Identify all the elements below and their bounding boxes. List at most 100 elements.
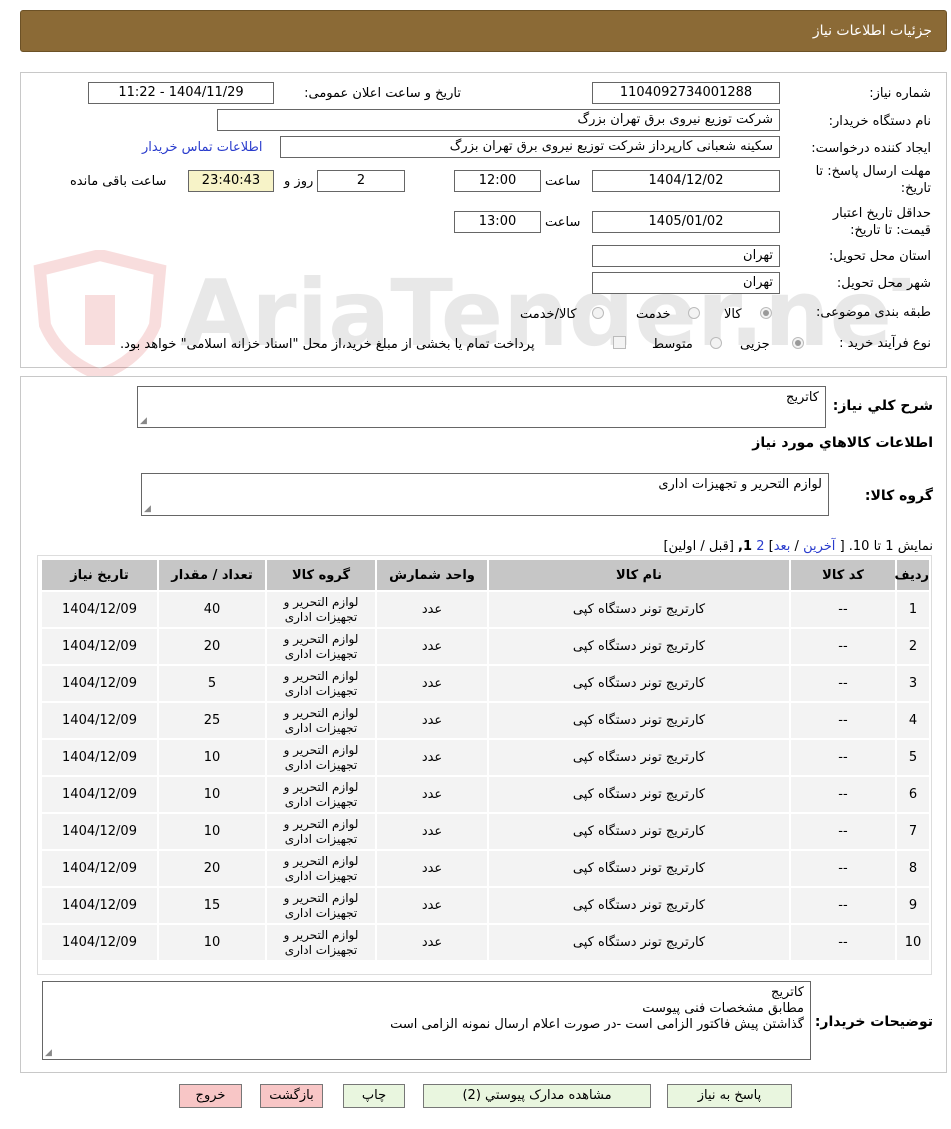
process-option-minor: جزیی [740,337,770,352]
table-row: 8 -- کارتریج تونر دستگاه کپی عدد لوازم التحر… [42,851,929,886]
item-date: 1404/12/09 [42,629,157,664]
back-button[interactable]: بازگشت [260,1084,323,1108]
reply-button[interactable]: پاسخ به نیاز [667,1084,792,1108]
process-radio-minor[interactable] [792,337,804,349]
item-code: -- [791,851,895,886]
deadline-label-2: تاریخ: [900,181,931,196]
print-button[interactable]: چاپ [343,1084,405,1108]
item-quantity: 10 [159,925,265,960]
buyer-notes-label: توضیحات خریدار: [814,1014,933,1030]
buyer-notes-line-1: کاتریج [771,985,804,1000]
contact-buyer-link[interactable]: اطلاعات تماس خریدار [142,140,262,155]
province-field: تهران [592,245,780,267]
item-quantity: 40 [159,592,265,627]
item-code: -- [791,777,895,812]
validity-label-1: حداقل تاریخ اعتبار [832,206,931,221]
item-code: -- [791,629,895,664]
item-unit: عدد [377,888,487,923]
table-row: 5 -- کارتریج تونر دستگاه کپی عدد لوازم التحر… [42,740,929,775]
announce-datetime-field: 1404/11/29 - 11:22 [88,82,274,104]
pagination-separator: / [794,539,799,554]
item-date: 1404/12/09 [42,777,157,812]
item-name: کارتریج تونر دستگاه کپی [489,703,789,738]
goods-group-label: گروه کالا: [864,488,933,504]
item-date: 1404/12/09 [42,703,157,738]
validity-label-2: قیمت: تا تاریخ: [850,223,931,238]
goods-group-textarea[interactable]: لوازم التحریر و تجهیزات اداری ◢ [141,473,829,516]
item-date: 1404/12/09 [42,666,157,701]
pagination-next-link[interactable]: بعد [774,539,791,554]
pagination-prefix: نمایش 1 تا 10. [ [839,539,933,554]
item-unit: عدد [377,703,487,738]
item-group: لوازم التحریر و تجهیزات اداری [267,703,375,738]
table-row: 7 -- کارتریج تونر دستگاه کپی عدد لوازم التحر… [42,814,929,849]
creator-label: ایجاد کننده درخواست: [811,141,931,156]
item-unit: عدد [377,814,487,849]
category-radio-service[interactable] [688,307,700,319]
buyer-label: نام دستگاه خریدار: [828,114,931,129]
item-date: 1404/12/09 [42,814,157,849]
item-name: کارتریج تونر دستگاه کپی [489,629,789,664]
deadline-time-field: 12:00 [454,170,541,192]
row-number: 3 [897,666,929,701]
pagination-last-link[interactable]: آخرین [803,539,835,554]
item-quantity: 15 [159,888,265,923]
table-header-row: ردیف کد کالا نام کالا واحد شمارش گروه کا… [42,560,929,590]
item-code: -- [791,592,895,627]
validity-date-field: 1405/01/02 [592,211,780,233]
item-unit: عدد [377,777,487,812]
row-number: 9 [897,888,929,923]
item-date: 1404/12/09 [42,888,157,923]
col-header-unit: واحد شمارش [377,560,487,590]
items-table: ردیف کد کالا نام کالا واحد شمارش گروه کا… [40,558,931,962]
item-name: کارتریج تونر دستگاه کپی [489,888,789,923]
item-group: لوازم التحریر و تجهیزات اداری [267,814,375,849]
need-number-label: شماره نیاز: [869,86,931,101]
table-row: 3 -- کارتریج تونر دستگاه کپی عدد لوازم التحر… [42,666,929,701]
col-header-date: تاریخ نیاز [42,560,157,590]
validity-time-field: 13:00 [454,211,541,233]
deadline-time-label: ساعت [545,174,581,189]
buyer-field: شرکت توزیع نیروی برق تهران بزرگ [217,109,780,131]
col-header-name: نام کالا [489,560,789,590]
exit-button[interactable]: خروج [179,1084,242,1108]
summary-textarea[interactable]: کاتریج ◢ [137,386,826,428]
item-group: لوازم التحریر و تجهیزات اداری [267,592,375,627]
view-attachments-button[interactable]: مشاهده مدارک پیوستي (2) [423,1084,651,1108]
table-row: 2 -- کارتریج تونر دستگاه کپی عدد لوازم التحر… [42,629,929,664]
days-field: 2 [317,170,405,192]
resize-grip-icon: ◢ [144,504,151,514]
goods-info-title: اطلاعات کالاهاي مورد نياز [752,435,933,451]
treasury-payment-checkbox[interactable] [613,336,626,349]
item-date: 1404/12/09 [42,740,157,775]
table-row: 9 -- کارتریج تونر دستگاه کپی عدد لوازم التحر… [42,888,929,923]
category-radio-goods-service[interactable] [592,307,604,319]
row-number: 8 [897,851,929,886]
col-header-row-number: ردیف [894,560,929,590]
category-label: طبقه بندی موضوعی: [815,305,931,320]
row-number: 6 [897,777,929,812]
resize-grip-icon: ◢ [140,416,147,426]
pagination-page-2-link[interactable]: 2 [756,539,764,554]
item-name: کارتریج تونر دستگاه کپی [489,740,789,775]
row-number: 1 [897,592,929,627]
deadline-date-field: 1404/12/02 [592,170,780,192]
row-number: 7 [897,814,929,849]
need-number-field: 1104092734001288 [592,82,780,104]
col-header-quantity: تعداد / مقدار [159,560,265,590]
item-quantity: 25 [159,703,265,738]
page-title: جزئیات اطلاعات نیاز [812,23,932,39]
item-group: لوازم التحریر و تجهیزات اداری [267,666,375,701]
creator-field: سکینه شعبانی کارپرداز شرکت توزیع نیروی ب… [280,136,780,158]
table-row: 4 -- کارتریج تونر دستگاه کپی عدد لوازم التحر… [42,703,929,738]
validity-time-label: ساعت [545,215,581,230]
table-row: 6 -- کارتریج تونر دستگاه کپی عدد لوازم التحر… [42,777,929,812]
item-name: کارتریج تونر دستگاه کپی [489,592,789,627]
category-radio-goods[interactable] [760,307,772,319]
process-radio-medium[interactable] [710,337,722,349]
item-name: کارتریج تونر دستگاه کپی [489,814,789,849]
buyer-notes-textarea[interactable]: کاتریج مطابق مشخصات فنی پیوست گذاشتن پیش… [42,981,811,1060]
days-label: روز و [284,174,314,189]
col-header-group: گروه کالا [267,560,375,590]
item-unit: عدد [377,666,487,701]
